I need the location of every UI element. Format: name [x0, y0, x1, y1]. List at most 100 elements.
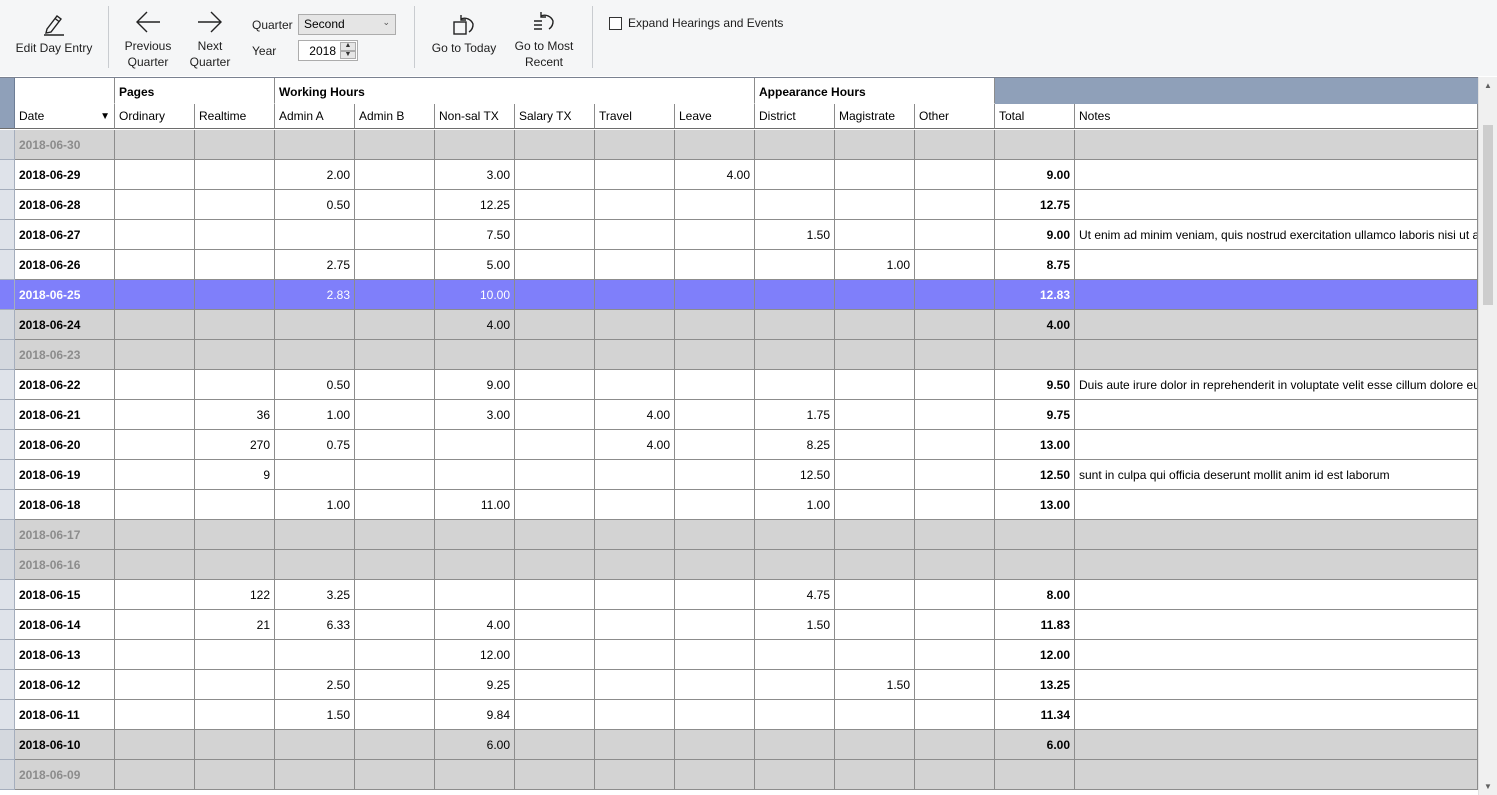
cell-leave[interactable] — [675, 430, 755, 460]
cell-other[interactable] — [915, 280, 995, 310]
cell-ordinary[interactable] — [115, 550, 195, 580]
row-header[interactable] — [0, 340, 15, 370]
cell-leave[interactable] — [675, 550, 755, 580]
cell-date[interactable]: 2018-06-28 — [15, 190, 115, 220]
cell-realtime[interactable] — [195, 730, 275, 760]
cell-ordinary[interactable] — [115, 730, 195, 760]
column-header-nonsal-tx[interactable]: Non-sal TX — [435, 104, 515, 129]
cell-magistrate[interactable] — [835, 490, 915, 520]
cell-other[interactable] — [915, 250, 995, 280]
row-header[interactable] — [0, 220, 15, 250]
cell-leave[interactable] — [675, 520, 755, 550]
column-header-magistrate[interactable]: Magistrate — [835, 104, 915, 129]
table-row[interactable]: 2018-06-30 — [0, 130, 1478, 160]
cell-notes[interactable] — [1075, 580, 1478, 610]
cell-realtime[interactable] — [195, 280, 275, 310]
cell-other[interactable] — [915, 670, 995, 700]
table-row[interactable]: 2018-06-15 122 3.25 4.75 8.00 — [0, 580, 1478, 610]
cell-nonsal-tx[interactable]: 5.00 — [435, 250, 515, 280]
cell-admin-b[interactable] — [355, 370, 435, 400]
cell-total[interactable]: 9.00 — [995, 160, 1075, 190]
cell-date[interactable]: 2018-06-21 — [15, 400, 115, 430]
cell-notes[interactable] — [1075, 310, 1478, 340]
cell-date[interactable]: 2018-06-25 — [15, 280, 115, 310]
cell-nonsal-tx[interactable]: 12.00 — [435, 640, 515, 670]
cell-admin-b[interactable] — [355, 220, 435, 250]
cell-other[interactable] — [915, 400, 995, 430]
cell-district[interactable] — [755, 700, 835, 730]
cell-ordinary[interactable] — [115, 250, 195, 280]
cell-date[interactable]: 2018-06-20 — [15, 430, 115, 460]
cell-travel[interactable] — [595, 460, 675, 490]
cell-leave[interactable] — [675, 490, 755, 520]
cell-realtime[interactable] — [195, 310, 275, 340]
row-header[interactable] — [0, 460, 15, 490]
table-row[interactable]: 2018-06-10 6.00 6.00 — [0, 730, 1478, 760]
cell-ordinary[interactable] — [115, 130, 195, 160]
cell-leave[interactable] — [675, 370, 755, 400]
cell-other[interactable] — [915, 340, 995, 370]
row-header[interactable] — [0, 580, 15, 610]
table-row[interactable]: 2018-06-21 36 1.00 3.00 4.00 1.75 9.75 — [0, 400, 1478, 430]
cell-travel[interactable] — [595, 760, 675, 790]
cell-admin-a[interactable]: 0.50 — [275, 370, 355, 400]
table-row[interactable]: 2018-06-24 4.00 4.00 — [0, 310, 1478, 340]
cell-travel[interactable] — [595, 610, 675, 640]
cell-travel[interactable] — [595, 280, 675, 310]
cell-notes[interactable] — [1075, 700, 1478, 730]
cell-admin-a[interactable]: 2.50 — [275, 670, 355, 700]
cell-realtime[interactable]: 122 — [195, 580, 275, 610]
cell-other[interactable] — [915, 220, 995, 250]
cell-salary-tx[interactable] — [515, 760, 595, 790]
cell-salary-tx[interactable] — [515, 220, 595, 250]
cell-total[interactable]: 6.00 — [995, 730, 1075, 760]
cell-total[interactable]: 9.00 — [995, 220, 1075, 250]
cell-admin-b[interactable] — [355, 130, 435, 160]
vertical-scrollbar[interactable]: ▲ ▼ — [1478, 77, 1497, 795]
cell-admin-b[interactable] — [355, 250, 435, 280]
cell-realtime[interactable]: 9 — [195, 460, 275, 490]
cell-magistrate[interactable] — [835, 220, 915, 250]
cell-notes[interactable] — [1075, 130, 1478, 160]
cell-date[interactable]: 2018-06-22 — [15, 370, 115, 400]
cell-total[interactable]: 12.75 — [995, 190, 1075, 220]
cell-district[interactable]: 1.00 — [755, 490, 835, 520]
cell-ordinary[interactable] — [115, 670, 195, 700]
table-row[interactable]: 2018-06-17 — [0, 520, 1478, 550]
cell-nonsal-tx[interactable] — [435, 550, 515, 580]
column-header-travel[interactable]: Travel — [595, 104, 675, 129]
cell-realtime[interactable] — [195, 700, 275, 730]
cell-admin-b[interactable] — [355, 580, 435, 610]
row-header[interactable] — [0, 160, 15, 190]
cell-magistrate[interactable] — [835, 130, 915, 160]
cell-district[interactable]: 1.50 — [755, 610, 835, 640]
row-header[interactable] — [0, 700, 15, 730]
cell-notes[interactable] — [1075, 280, 1478, 310]
cell-magistrate[interactable] — [835, 340, 915, 370]
cell-magistrate[interactable]: 1.50 — [835, 670, 915, 700]
cell-notes[interactable] — [1075, 550, 1478, 580]
row-header[interactable] — [0, 400, 15, 430]
table-row[interactable]: 2018-06-09 — [0, 760, 1478, 790]
row-header[interactable] — [0, 670, 15, 700]
cell-travel[interactable] — [595, 580, 675, 610]
cell-ordinary[interactable] — [115, 580, 195, 610]
cell-travel[interactable] — [595, 370, 675, 400]
row-header[interactable] — [0, 490, 15, 520]
cell-date[interactable]: 2018-06-23 — [15, 340, 115, 370]
cell-nonsal-tx[interactable] — [435, 460, 515, 490]
cell-realtime[interactable]: 21 — [195, 610, 275, 640]
cell-leave[interactable] — [675, 760, 755, 790]
cell-nonsal-tx[interactable] — [435, 340, 515, 370]
cell-magistrate[interactable] — [835, 370, 915, 400]
cell-travel[interactable] — [595, 310, 675, 340]
cell-total[interactable]: 4.00 — [995, 310, 1075, 340]
cell-travel[interactable]: 4.00 — [595, 430, 675, 460]
cell-admin-a[interactable]: 1.50 — [275, 700, 355, 730]
cell-admin-a[interactable] — [275, 550, 355, 580]
cell-magistrate[interactable] — [835, 700, 915, 730]
cell-notes[interactable] — [1075, 730, 1478, 760]
column-header-realtime[interactable]: Realtime — [195, 104, 275, 129]
cell-leave[interactable] — [675, 400, 755, 430]
cell-district[interactable] — [755, 760, 835, 790]
